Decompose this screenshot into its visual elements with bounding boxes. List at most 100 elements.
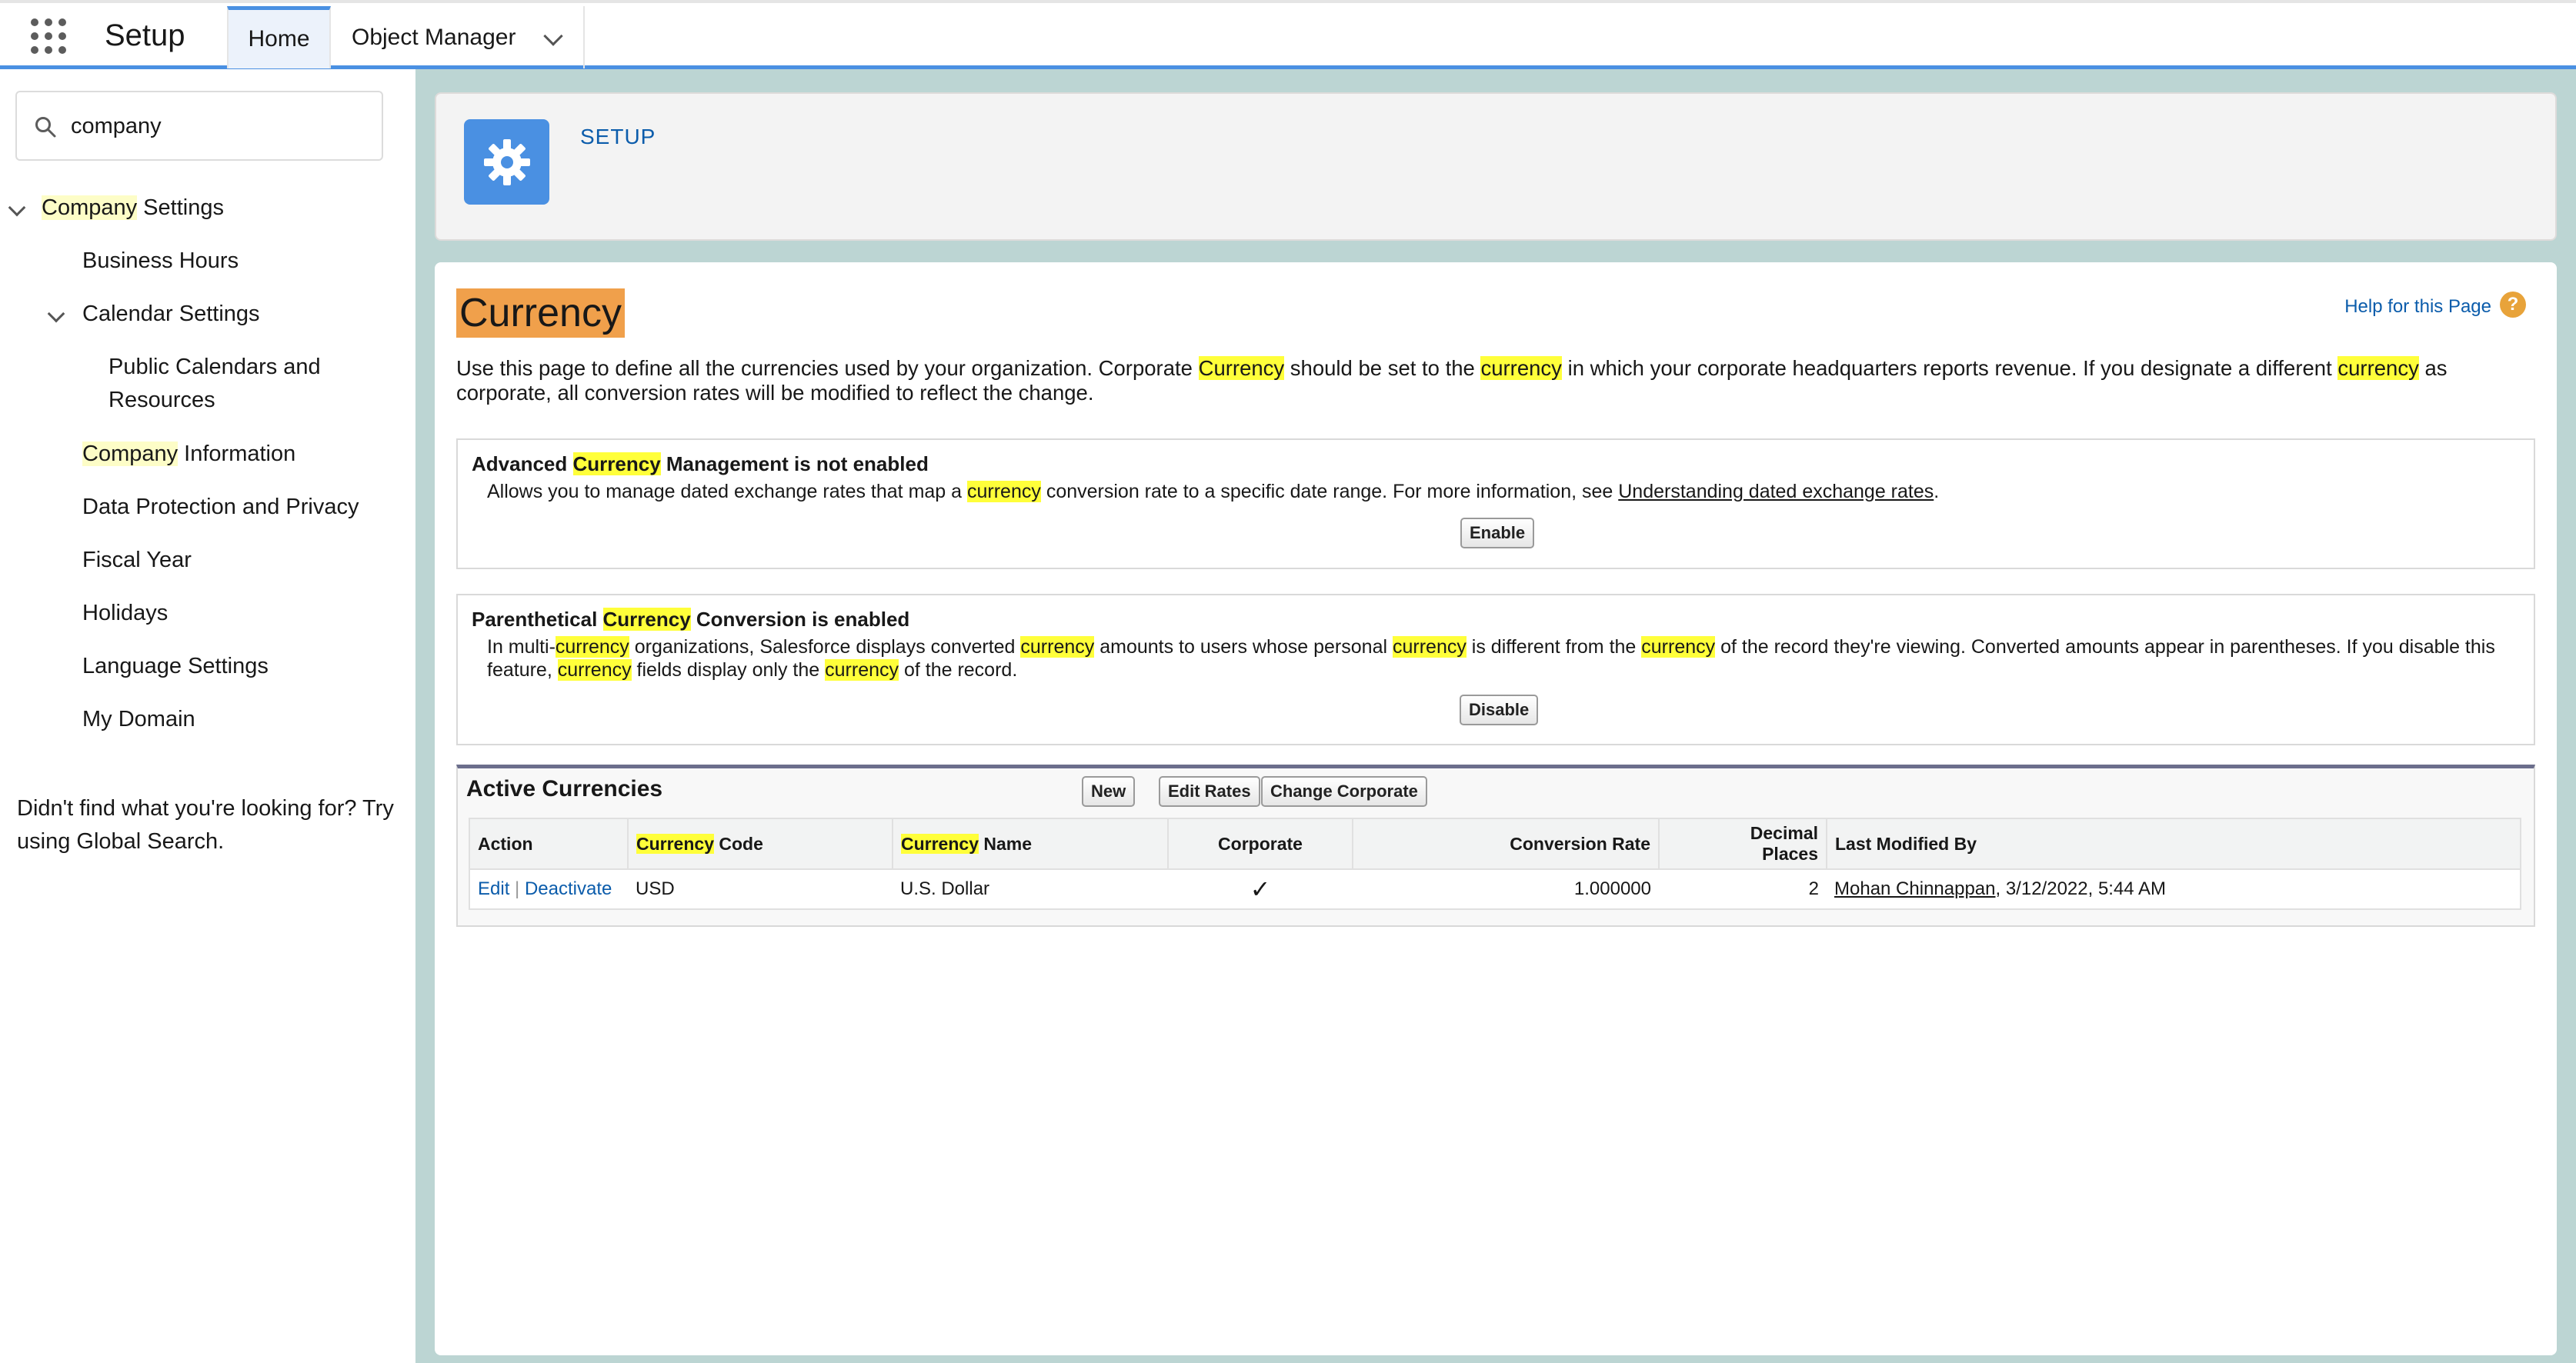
tab-object-manager[interactable]: Object Manager (331, 6, 585, 68)
title-text: Conversion is enabled (690, 608, 910, 631)
active-currencies-table: Action Currency Code Currency Name Corpo… (469, 818, 2521, 910)
search-match: currency (1480, 356, 1562, 380)
title-text: Advanced (472, 452, 573, 475)
column-header-currency-code[interactable]: Currency Code (628, 818, 893, 869)
intro-text: should be set to the (1284, 356, 1481, 380)
search-match: currency (1641, 636, 1716, 658)
desc-text: conversion rate to a specific date range… (1040, 481, 1619, 502)
active-currencies-panel: Active Currencies New Edit Rates Change … (456, 765, 2535, 927)
sidebar-item-public-calendars[interactable]: Public Calendars and Resources (108, 351, 362, 417)
page-header: SETUP (435, 92, 2557, 241)
title-text: Management is not enabled (660, 452, 929, 475)
global-header: Setup Home Object Manager (0, 0, 2576, 69)
desc-text: amounts to users whose personal (1094, 636, 1393, 658)
help-icon[interactable]: ? (2500, 292, 2526, 318)
column-header-label: Name (978, 833, 1033, 854)
action-cell: Edit | Deactivate (469, 868, 628, 909)
app-title: Setup (105, 18, 185, 52)
sidebar-item-business-hours[interactable]: Business Hours (82, 245, 239, 278)
modified-date: , 3/12/2022, 5:44 AM (1995, 878, 2167, 899)
deactivate-link[interactable]: Deactivate (525, 878, 612, 899)
section-description: Allows you to manage dated exchange rate… (487, 480, 2511, 503)
new-button[interactable]: New (1082, 776, 1136, 807)
dated-exchange-rates-link[interactable]: Understanding dated exchange rates (1618, 481, 1934, 502)
chevron-down-icon[interactable] (47, 305, 65, 323)
sidebar-item-company-information[interactable]: Company Information (82, 438, 295, 471)
column-header-corporate[interactable]: Corporate (1168, 818, 1353, 869)
search-match: Currency (602, 608, 691, 631)
currency-name-cell: U.S. Dollar (893, 868, 1168, 909)
chevron-down-icon[interactable] (543, 26, 563, 46)
search-match: Company (42, 195, 138, 220)
search-match: currency (967, 481, 1041, 502)
currency-page: Currency Help for this Page ? Use this p… (435, 262, 2557, 1355)
search-match: Currency (1198, 356, 1285, 380)
column-header-label: Decimal (1750, 823, 1818, 843)
sidebar-item-label: Holidays (82, 601, 169, 625)
gear-icon (483, 138, 530, 185)
table-header-row: Action Currency Code Currency Name Corpo… (469, 818, 2521, 869)
search-match: Currency (901, 833, 979, 854)
sidebar-item-fiscal-year[interactable]: Fiscal Year (82, 544, 192, 577)
column-header-conversion-rate[interactable]: Conversion Rate (1353, 818, 1660, 869)
desc-text: . (1934, 481, 1940, 502)
search-match: currency (825, 659, 899, 681)
sidebar-item-language-settings[interactable]: Language Settings (82, 650, 269, 683)
conversion-rate-cell: 1.000000 (1353, 868, 1659, 909)
link-separator: | (515, 878, 520, 899)
main-content: SETUP Currency Help for this Page ? Use … (415, 69, 2576, 1363)
intro-text: in which your corporate headquarters rep… (1561, 356, 2338, 380)
desc-text: fields display only the (631, 659, 826, 681)
search-match: currency (2337, 356, 2419, 380)
chevron-down-icon[interactable] (8, 198, 26, 217)
search-match: currency (557, 659, 632, 681)
page-title: Currency (456, 288, 625, 338)
sidebar-item-label: Fiscal Year (82, 548, 192, 572)
modified-by-user-link[interactable]: Mohan Chinnappan (1834, 878, 1996, 899)
currency-code-cell: USD (628, 868, 893, 909)
column-header-decimal-places[interactable]: Decimal Places (1659, 818, 1827, 869)
search-icon (35, 117, 56, 138)
sidebar-item-label: Calendar Settings (82, 302, 260, 326)
disable-button[interactable]: Disable (1460, 695, 1539, 725)
tab-object-manager-label: Object Manager (352, 24, 516, 50)
column-header-last-modified-by[interactable]: Last Modified By (1827, 818, 2521, 869)
quick-find-input[interactable] (71, 106, 371, 146)
change-corporate-button[interactable]: Change Corporate (1261, 776, 1427, 807)
desc-text: organizations, Salesforce displays conve… (629, 636, 1021, 658)
last-modified-cell: Mohan Chinnappan, 3/12/2022, 5:44 AM (1827, 868, 2521, 909)
decimal-places-cell: 2 (1659, 868, 1827, 909)
sidebar-item-calendar-settings[interactable]: Calendar Settings (82, 298, 260, 331)
desc-text: of the record. (899, 659, 1018, 681)
tab-home-label: Home (248, 26, 310, 52)
sidebar-item-my-domain[interactable]: My Domain (82, 703, 195, 736)
desc-text: is different from the (1466, 636, 1642, 658)
corporate-check-icon: ✓ (1168, 868, 1353, 909)
sidebar-item-label: Data Protection and Privacy (82, 495, 359, 519)
active-currencies-title: Active Currencies (466, 776, 663, 801)
setup-sidebar: Company Settings Business Hours Calendar… (0, 69, 415, 1363)
edit-link[interactable]: Edit (478, 878, 509, 899)
edit-rates-button[interactable]: Edit Rates (1159, 776, 1260, 807)
page-description: Use this page to define all the currenci… (456, 356, 2541, 405)
title-text: Parenthetical (472, 608, 603, 631)
intro-text: Use this page to define all the currenci… (456, 356, 1199, 380)
column-header-label: Places (1762, 844, 1818, 864)
desc-text: In multi- (487, 636, 556, 658)
sidebar-item-holidays[interactable]: Holidays (82, 597, 168, 630)
sidebar-item-label: Information (178, 442, 296, 466)
search-match: currency (555, 636, 629, 658)
column-header-currency-name[interactable]: Currency Name (893, 818, 1169, 869)
tab-home[interactable]: Home (227, 6, 331, 68)
app-launcher-icon[interactable] (31, 18, 66, 54)
quick-find-box[interactable] (15, 91, 383, 161)
not-found-help-text: Didn't find what you're looking for? Try… (17, 796, 394, 854)
advanced-currency-section: Advanced Currency Management is not enab… (456, 438, 2535, 569)
search-match: Company (82, 442, 179, 466)
sidebar-item-data-protection[interactable]: Data Protection and Privacy (82, 491, 359, 524)
enable-button[interactable]: Enable (1460, 518, 1535, 548)
section-title: Advanced Currency Management is not enab… (472, 452, 929, 476)
column-header-label: Code (713, 833, 763, 854)
sidebar-item-company-settings[interactable]: Company Settings (42, 192, 224, 225)
help-for-this-page-link[interactable]: Help for this Page (2344, 296, 2491, 318)
